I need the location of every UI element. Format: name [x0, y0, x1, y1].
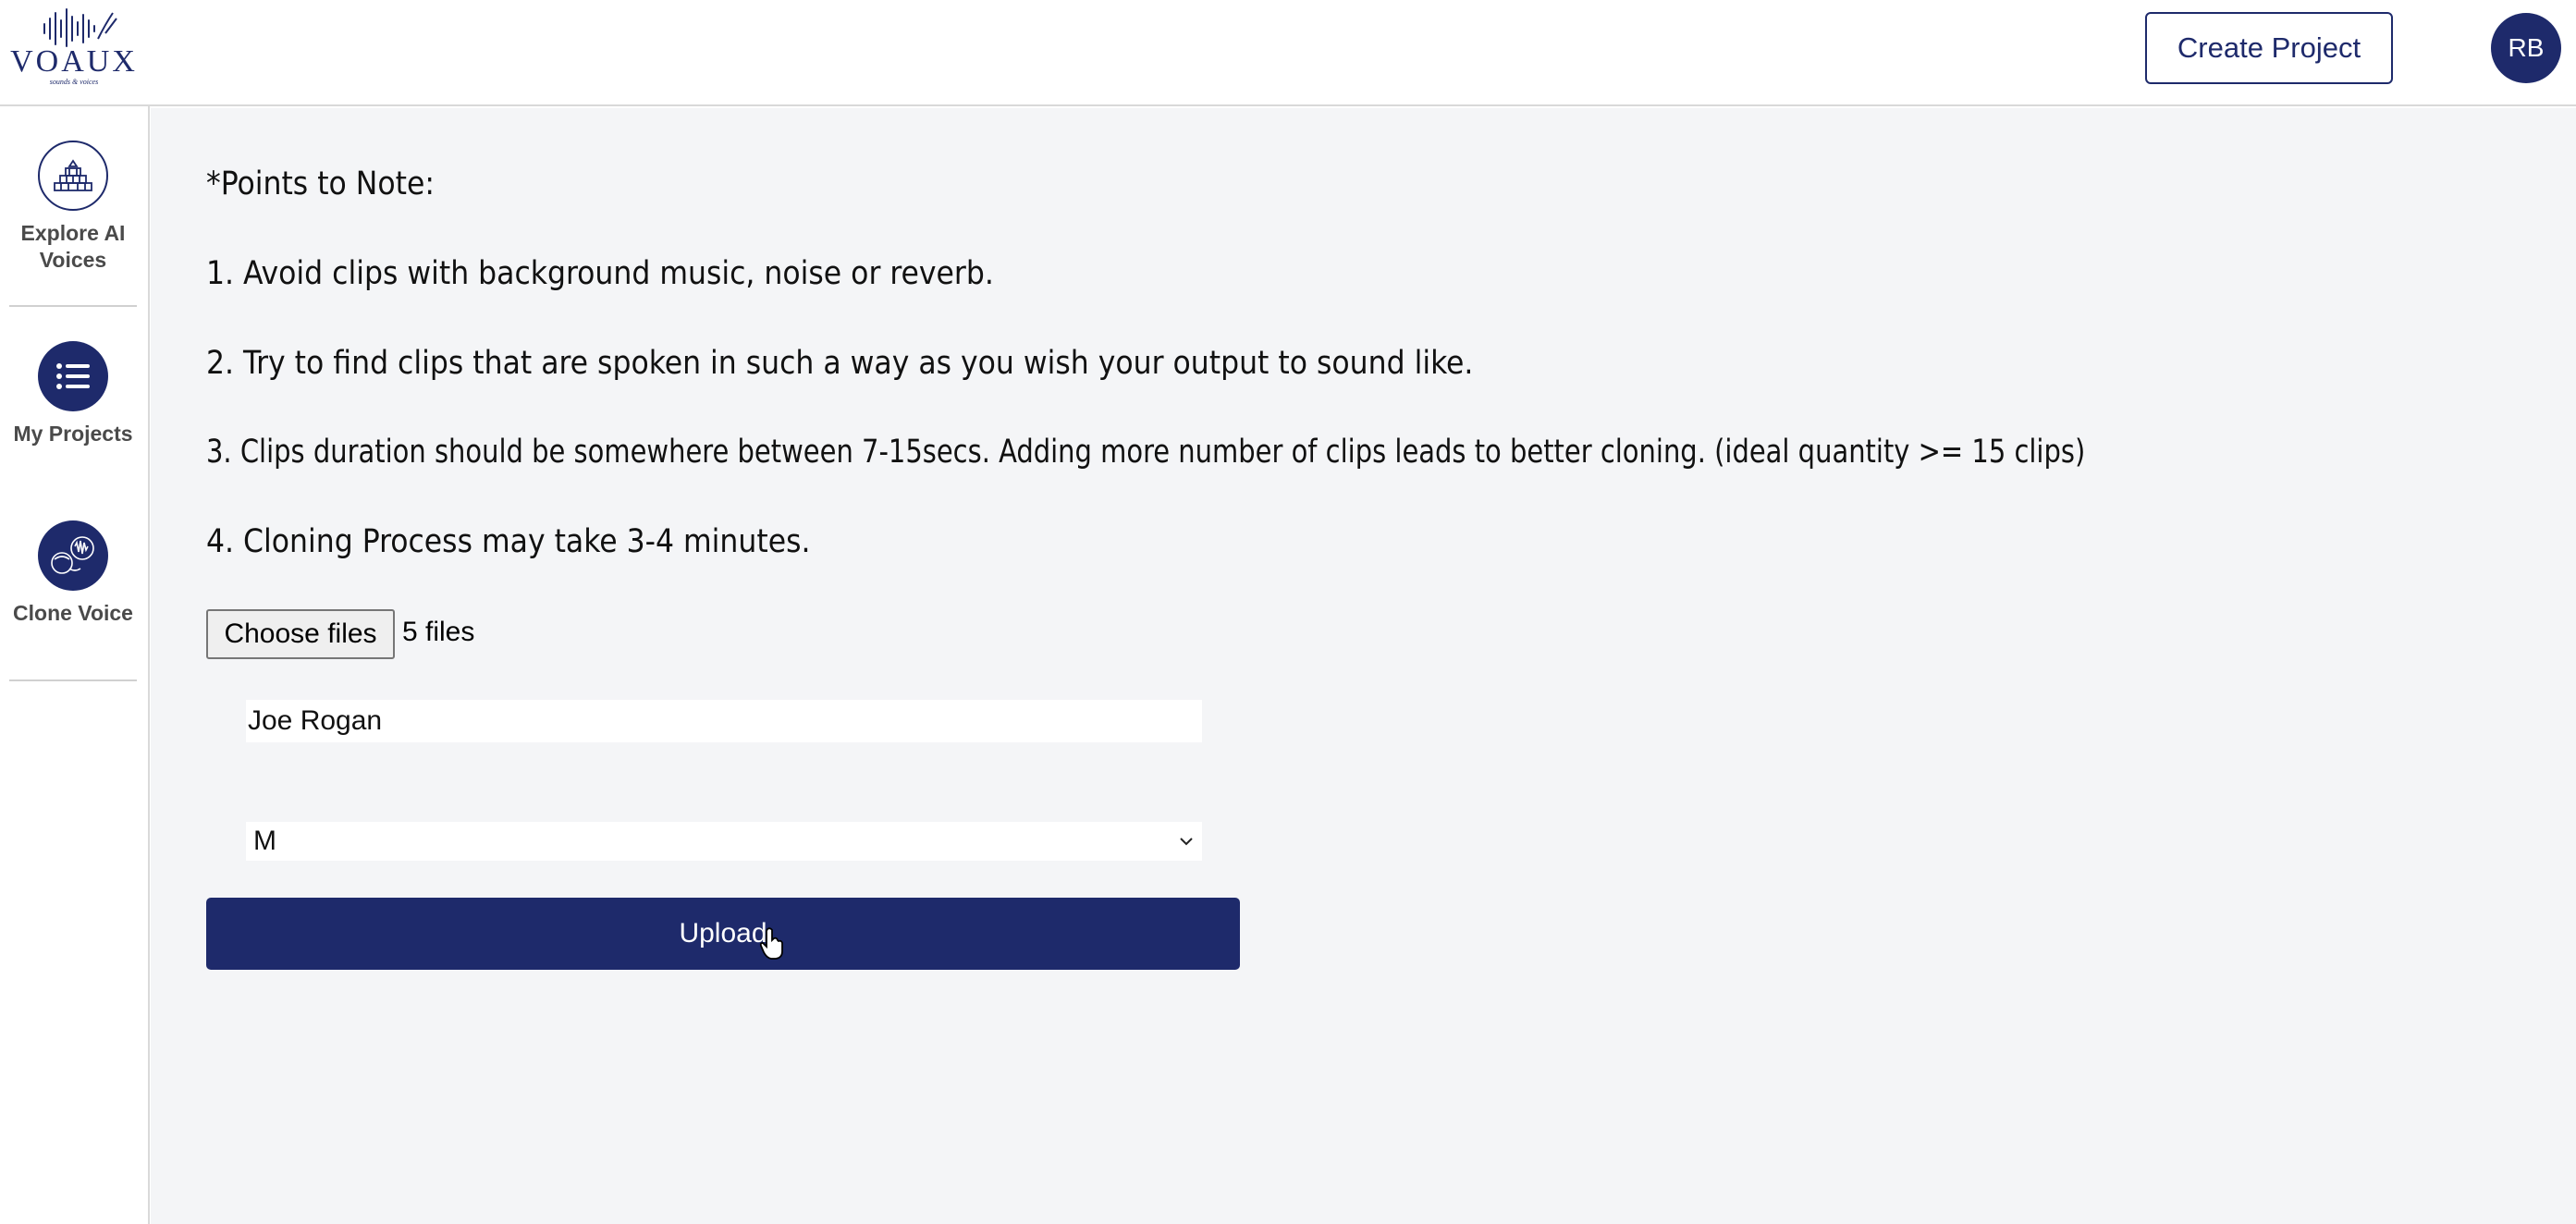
note-item-2: 2. Try to find clips that are spoken in …: [206, 345, 1474, 382]
notes-heading: *Points to Note:: [206, 165, 435, 202]
sidebar-item-label: Explore AI Voices: [20, 221, 126, 272]
sidebar-item-label: Clone Voice: [13, 601, 133, 625]
clone-voice-panel: *Points to Note: 1. Avoid clips with bac…: [151, 108, 2576, 1224]
file-count-status: 5 files: [402, 617, 475, 647]
chevron-down-icon: [1180, 838, 1193, 846]
sidebar-divider: [9, 305, 137, 307]
note-item-4: 4. Cloning Process may take 3-4 minutes.: [206, 523, 811, 560]
hand-cursor-icon: [759, 927, 783, 960]
note-item-3: 3. Clips duration should be somewhere be…: [206, 434, 2086, 471]
clone-voice-icon: [38, 520, 108, 591]
user-avatar[interactable]: RB: [2491, 13, 2561, 83]
note-item-1: 1. Avoid clips with background music, no…: [206, 255, 994, 292]
choose-files-button[interactable]: Choose files: [206, 609, 395, 659]
sidebar-item-clone-voice[interactable]: Clone Voice: [9, 520, 137, 627]
upload-button[interactable]: Upload: [206, 898, 1240, 970]
gender-select[interactable]: M: [246, 822, 1202, 861]
logo-text: VOAUX: [10, 44, 138, 79]
voice-name-input[interactable]: [246, 700, 1202, 742]
gender-selected-value: M: [253, 826, 276, 856]
sidebar: Explore AI Voices My Projects Clone Voic…: [0, 106, 150, 1224]
sidebar-item-label: My Projects: [13, 422, 133, 446]
sidebar-item-my-projects[interactable]: My Projects: [9, 341, 137, 447]
logo-tagline: sounds & voices: [49, 78, 99, 86]
voaux-logo[interactable]: VOAUX sounds & voices: [9, 6, 139, 89]
building-icon: [38, 141, 108, 211]
sidebar-divider: [9, 679, 137, 681]
list-icon: [38, 341, 108, 411]
top-header: VOAUX sounds & voices Create Project RB: [0, 0, 2576, 106]
create-project-button[interactable]: Create Project: [2145, 12, 2393, 84]
sidebar-item-explore-ai-voices[interactable]: Explore AI Voices: [9, 141, 137, 274]
